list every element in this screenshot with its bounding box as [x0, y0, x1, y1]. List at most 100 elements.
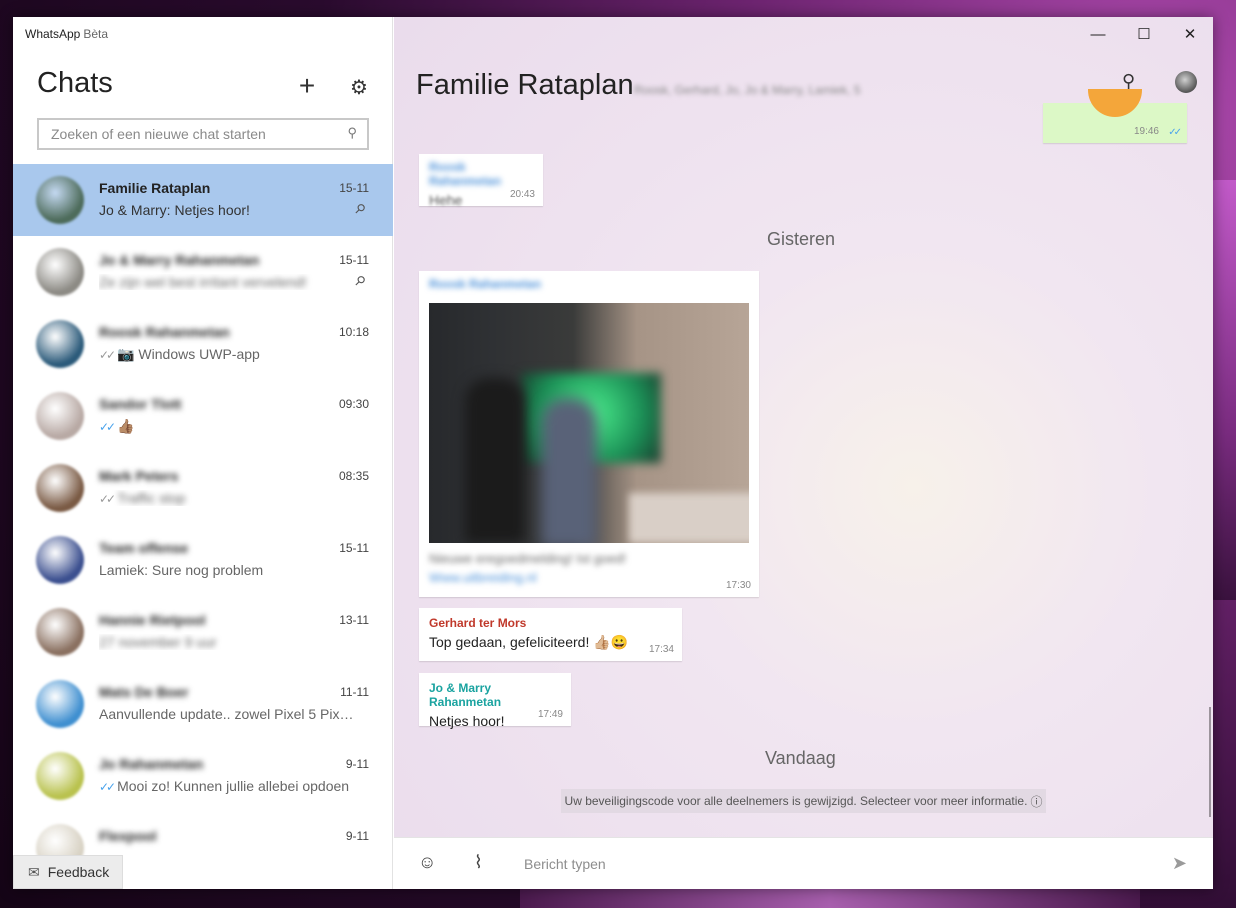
maximize-icon: ☐	[1137, 26, 1151, 43]
send-button[interactable]: ➤	[1172, 853, 1187, 874]
chat-name: Jo & Marry Rahanmetan	[99, 252, 260, 268]
chat-list: Familie Rataplan Jo & Marry: Netjes hoor!…	[13, 164, 393, 884]
chat-title[interactable]: Familie Rataplan	[416, 69, 634, 102]
info-icon: ⓘ	[1030, 794, 1043, 809]
chat-preview: ✓✓ Mooi zo! Kunnen jullie allebei opdoen	[99, 778, 359, 794]
chat-preview: ✓✓ Traffic stop	[99, 490, 359, 506]
window-controls: — ☐ ✕	[1075, 17, 1213, 51]
photo-caption: Nieuwe eregoedmelding! Ist goed!	[429, 551, 627, 566]
chat-pane: — ☐ ✕ Familie Rataplan Roosk, Gerhard, J…	[394, 17, 1213, 889]
gear-icon: ⚙	[350, 76, 368, 99]
close-icon: ✕	[1183, 26, 1197, 43]
chat-list-item[interactable]: Jo & Marry Rahanmetan Ze zijn wel best ir…	[13, 236, 393, 308]
mail-icon: ✉	[28, 863, 40, 880]
paperclip-icon: ⌇	[474, 852, 483, 872]
chat-list-item[interactable]: Team offense Lamiek: Sure nog problem 15-1…	[13, 524, 393, 596]
chat-name: Jo Rahanmetan	[99, 756, 204, 772]
whatsapp-window: WhatsAppBèta Chats + ⚙ ⚲ Familie Ratapla…	[13, 17, 1213, 889]
chat-list-item[interactable]: Roosk Rahanmetan ✓✓ 📷 Windows UWP-app 10:18	[13, 308, 393, 380]
maximize-button[interactable]: ☐	[1121, 17, 1167, 51]
sidebar: WhatsAppBèta Chats + ⚙ ⚲ Familie Ratapla…	[13, 17, 393, 889]
chat-time: 15-11	[339, 181, 369, 195]
chat-time: 9-11	[345, 829, 369, 843]
chat-avatar	[36, 752, 84, 800]
chat-preview-text: Jo & Marry: Netjes hoor!	[99, 202, 250, 218]
message-time: 17:34	[648, 644, 674, 655]
message-input[interactable]	[524, 850, 1104, 878]
chat-time: 15-11	[339, 253, 369, 267]
desktop-wallpaper-bottom	[520, 888, 1140, 908]
emoji-sticker	[1088, 89, 1142, 117]
incoming-message[interactable]: Jo & Marry Rahanmetan Netjes hoor! 17:49	[419, 673, 571, 729]
chat-name: Hannie Rietpool	[99, 612, 206, 628]
image-message[interactable]: Roosk Rahanmetan Nieuwe eregoedmelding! …	[419, 271, 759, 597]
chat-preview-text: Ze zijn wel best irritant vervelend!	[99, 274, 307, 290]
feedback-label: Feedback	[47, 864, 110, 880]
chat-preview-text: 📷 Windows UWP-app	[117, 346, 260, 362]
outgoing-message[interactable]: 19:46 ✓✓	[1043, 89, 1187, 143]
smiley-icon: ☺	[418, 852, 437, 872]
chat-avatar	[36, 392, 84, 440]
chat-time: 10:18	[338, 325, 369, 339]
chat-time: 11-11	[340, 685, 369, 699]
app-title: WhatsApp Bèta	[25, 27, 108, 41]
send-icon: ➤	[1171, 853, 1187, 873]
message-time: 17:30	[725, 580, 751, 591]
search-icon: ⚲	[347, 125, 357, 140]
message-sender: Roosk Rahanmetan	[429, 277, 542, 291]
minimize-icon: —	[1090, 25, 1106, 43]
feedback-button[interactable]: ✉ Feedback	[13, 855, 123, 889]
chat-preview: Ze zijn wel best irritant vervelend!	[99, 274, 359, 290]
chat-time: 08:35	[338, 469, 369, 483]
photo-link[interactable]: Www.uitbreiding.nl	[429, 570, 537, 585]
chat-avatar	[36, 608, 84, 656]
close-button[interactable]: ✕	[1167, 17, 1213, 51]
chat-preview: Aanvullende update.. zowel Pixel 5 Pixel…	[99, 706, 359, 722]
chat-list-item[interactable]: Mats De Boer Aanvullende update.. zowel P…	[13, 668, 393, 740]
read-ticks-icon: ✓✓	[99, 348, 116, 362]
date-separator: Vandaag	[765, 748, 836, 768]
chat-avatar	[36, 248, 84, 296]
attach-button[interactable]: ⌇	[474, 852, 483, 873]
chat-name: Team offense	[99, 540, 189, 556]
chat-members[interactable]: Roosk, Gerhard, Jo, Jo & Marry, Lamiek, …	[634, 83, 861, 97]
search-icon: ⚲	[1122, 71, 1136, 91]
message-photo[interactable]	[429, 303, 749, 543]
chat-time: 15-11	[339, 541, 369, 555]
chat-list-item[interactable]: Sandor Tlott ✓✓ 👍🏽 09:30	[13, 380, 393, 452]
chats-title: Chats	[37, 67, 113, 99]
photo-table	[629, 493, 749, 543]
minimize-button[interactable]: —	[1075, 17, 1121, 51]
system-message-text: Uw beveiligingscode voor alle deelnemers…	[564, 794, 1028, 808]
chat-preview: Jo & Marry: Netjes hoor!	[99, 202, 359, 218]
incoming-message[interactable]: Gerhard ter Mors Top gedaan, gefelicitee…	[419, 608, 682, 661]
chat-avatar	[36, 176, 84, 224]
chat-list-item[interactable]: Jo Rahanmetan ✓✓ Mooi zo! Kunnen jullie al…	[13, 740, 393, 812]
chat-name: Mats De Boer	[99, 684, 189, 700]
message-text: Top gedaan, gefeliciteerd! 👍🏼😀	[429, 634, 629, 650]
chat-preview-text: Traffic stop	[117, 490, 186, 506]
chat-name: Roosk Rahanmetan	[99, 324, 230, 340]
system-message[interactable]: Uw beveiligingscode voor alle deelnemers…	[561, 789, 1046, 813]
emoji-button[interactable]: ☺	[418, 852, 436, 873]
chat-list-item[interactable]: Hannie Rietpool 27 november 9 uur 13-11	[13, 596, 393, 668]
chat-list-item[interactable]: Familie Rataplan Jo & Marry: Netjes hoor!…	[13, 164, 393, 236]
message-sender: Jo & Marry Rahanmetan	[429, 681, 502, 709]
settings-button[interactable]: ⚙	[346, 74, 372, 100]
profile-avatar[interactable]	[1175, 71, 1197, 93]
chat-avatar	[36, 320, 84, 368]
search-input[interactable]	[39, 120, 329, 148]
message-sender: Roosk Rahanmetan	[429, 160, 502, 188]
chat-avatar	[36, 464, 84, 512]
chat-name: Flexpool	[99, 828, 157, 844]
message-time: 17:49	[537, 709, 563, 720]
chat-avatar	[36, 680, 84, 728]
chat-preview: Lamiek: Sure nog problem	[99, 562, 359, 578]
chat-scrollbar[interactable]	[1209, 707, 1211, 817]
incoming-message[interactable]: Roosk Rahanmetan Hehe 20:43	[419, 154, 543, 208]
chat-preview: ✓✓ 📷 Windows UWP-app	[99, 346, 359, 363]
chat-preview-text: 👍🏽	[117, 418, 135, 434]
chat-list-item[interactable]: Mark Peters ✓✓ Traffic stop 08:35	[13, 452, 393, 524]
new-chat-button[interactable]: +	[293, 72, 321, 100]
message-time: 20:43	[509, 189, 535, 200]
